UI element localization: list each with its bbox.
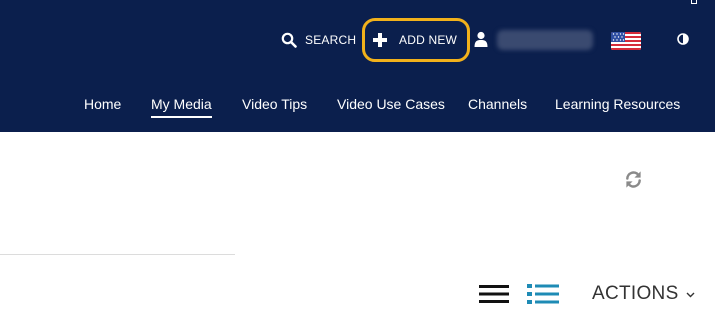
section-divider	[0, 254, 235, 255]
nav-item-my-media[interactable]: My Media	[151, 96, 212, 118]
search-button[interactable]: SEARCH	[281, 30, 356, 50]
actions-dropdown[interactable]: ACTIONS	[592, 283, 695, 305]
user-icon[interactable]	[474, 31, 488, 47]
nav-item-home[interactable]: Home	[84, 96, 121, 112]
contrast-icon[interactable]	[677, 33, 689, 45]
site-header: SEARCH ADD NEW Home My Media Video Tips …	[0, 0, 715, 132]
refresh-icon[interactable]	[624, 170, 643, 189]
nav-item-video-tips[interactable]: Video Tips	[242, 96, 307, 112]
search-label: SEARCH	[305, 33, 357, 47]
add-new-label: ADD NEW	[399, 33, 458, 47]
plus-icon	[373, 33, 387, 47]
nav-item-learning-resources[interactable]: Learning Resources	[555, 96, 680, 112]
add-new-button[interactable]: ADD NEW	[362, 18, 470, 62]
nav-item-channels[interactable]: Channels	[468, 96, 527, 112]
nav-item-video-use-cases[interactable]: Video Use Cases	[337, 96, 445, 112]
search-icon	[281, 32, 297, 48]
us-flag-icon[interactable]	[611, 32, 641, 50]
actions-label: ACTIONS	[592, 283, 679, 304]
main-nav: Home My Media Video Tips Video Use Cases…	[0, 90, 715, 124]
chevron-down-icon	[686, 292, 695, 298]
list-view-icon[interactable]	[479, 284, 509, 304]
username[interactable]	[497, 30, 593, 50]
scroll-indicator	[691, 0, 697, 4]
detailed-list-view-icon[interactable]	[527, 283, 559, 305]
